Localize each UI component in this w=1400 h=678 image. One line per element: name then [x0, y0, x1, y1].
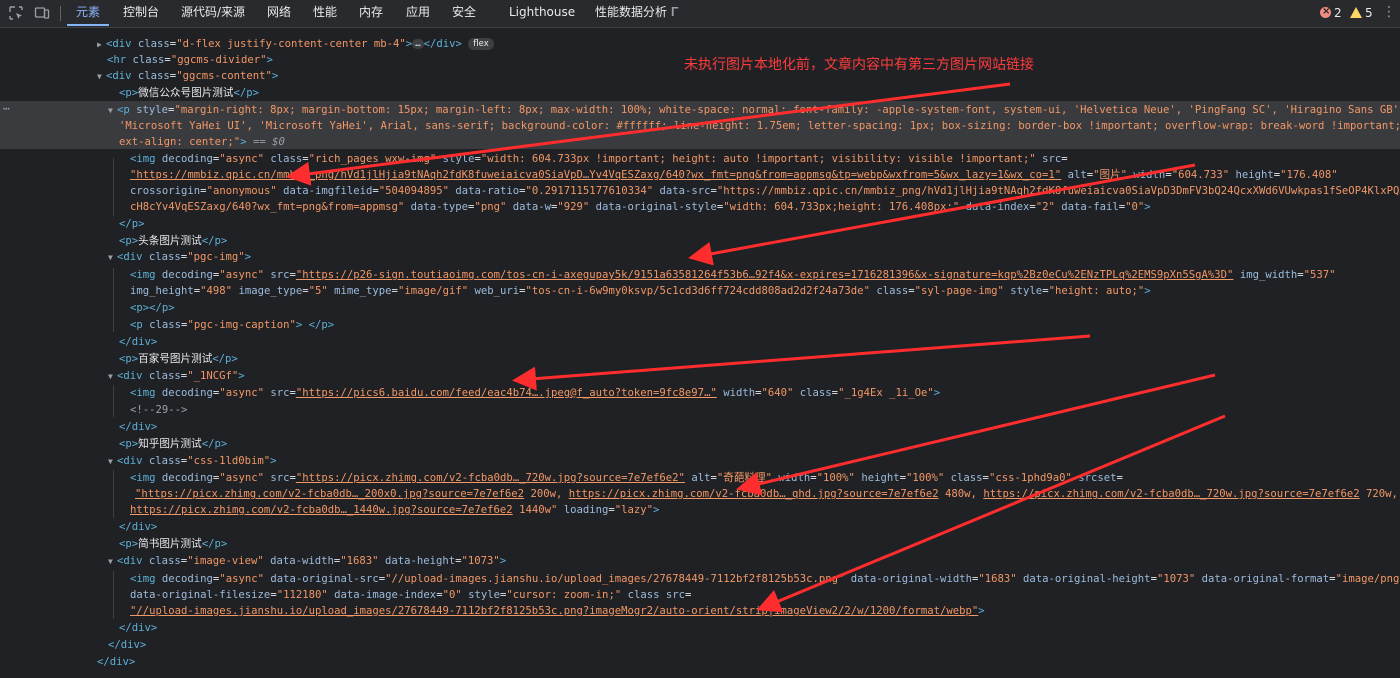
- dom-node-row[interactable]: </div>: [119, 519, 157, 535]
- dom-node-row-wrap: img_height="498" image_type="5" mime_typ…: [130, 285, 1151, 297]
- warning-count-badge[interactable]: 5: [1350, 5, 1373, 21]
- dom-node-row[interactable]: ▼ <div class="css-1ld0bim">: [108, 453, 277, 469]
- dom-node-row[interactable]: <p>头条图片测试</p>: [119, 233, 227, 249]
- dom-node-row[interactable]: </div>: [119, 620, 157, 636]
- tab-lighthouse[interactable]: Lighthouse: [500, 0, 584, 26]
- dom-node-row[interactable]: ▼ <div class="pgc-img">: [108, 249, 251, 265]
- image-src-link[interactable]: "https://pics6.baidu.com/feed/eac4b74….j…: [296, 387, 717, 399]
- dom-node-row[interactable]: ▼ <div class="image-view" data-width="168…: [108, 553, 506, 569]
- dom-node-row[interactable]: <p>知乎图片测试</p>: [119, 436, 227, 452]
- tab-performance-insights-label: 性能数据分析: [595, 5, 668, 19]
- expand-triangle-icon[interactable]: ▼: [108, 369, 117, 385]
- srcset-link[interactable]: https://picx.zhimg.com/v2-fcba0db…_qhd.j…: [569, 488, 939, 500]
- image-src-link[interactable]: "https://mmbiz.qpic.cn/mmbiz_png/hVd1jlH…: [130, 169, 1061, 181]
- image-src-link[interactable]: "https://p26-sign.toutiaoimg.com/tos-cn-…: [296, 269, 1234, 281]
- dom-node-row[interactable]: <p>百家号图片测试</p>: [119, 351, 238, 367]
- dom-node-row[interactable]: <hr class="ggcms-divider">: [107, 52, 273, 68]
- srcset-link[interactable]: https://picx.zhimg.com/v2-fcba0db…_1440w…: [130, 504, 513, 516]
- more-options-icon[interactable]: ⋮: [1382, 4, 1396, 22]
- tab-application[interactable]: 应用: [397, 0, 439, 26]
- dom-node-row[interactable]: <img decoding="async" src="https://p26-s…: [130, 267, 1336, 283]
- indent-guide: [113, 470, 114, 518]
- error-icon: [1320, 4, 1331, 20]
- console-ref-label: == $0: [246, 136, 285, 148]
- indent-guide: [113, 571, 114, 619]
- dom-node-row[interactable]: </div>: [97, 654, 135, 670]
- dom-node-row[interactable]: </div>: [119, 419, 157, 435]
- dom-node-row[interactable]: ▶ <div class="d-flex justify-content-cent…: [97, 36, 494, 52]
- dom-node-row[interactable]: <img decoding="async" class="rich_pages …: [130, 151, 1068, 167]
- dom-node-row[interactable]: </div>: [119, 334, 157, 350]
- error-count-badge[interactable]: 2: [1320, 4, 1342, 21]
- dom-node-row[interactable]: ▼ <div class="_1NCGf">: [108, 368, 245, 384]
- tab-console[interactable]: 控制台: [114, 0, 168, 26]
- expand-triangle-icon[interactable]: ▼: [108, 454, 117, 470]
- toolbar-separator: [60, 6, 61, 21]
- dom-node-row[interactable]: <p></p>: [130, 300, 175, 316]
- dom-node-row[interactable]: <p>微信公众号图片测试</p>: [119, 85, 259, 101]
- dom-comment-row[interactable]: <!--29-->: [130, 402, 187, 418]
- tab-performance[interactable]: 性能: [304, 0, 346, 26]
- srcset-link[interactable]: https://picx.zhimg.com/v2-fcba0db…_720w.…: [983, 488, 1359, 500]
- expand-triangle-icon[interactable]: ▼: [108, 250, 117, 266]
- indent-guide: [113, 268, 114, 332]
- dom-node-row[interactable]: </div>: [108, 637, 146, 653]
- indent-guide: [113, 385, 114, 417]
- warning-count: 5: [1365, 6, 1373, 20]
- ellipsis-badge[interactable]: …: [412, 39, 424, 49]
- dom-node-row-wrap: cH8cYv4VqESZaxg/640?wx_fmt=png&from=appm…: [130, 201, 1151, 213]
- dom-node-row-wrap: "//upload-images.jianshu.io/upload_image…: [130, 605, 985, 617]
- tab-network[interactable]: 网络: [258, 0, 300, 26]
- flask-icon: 𝚪: [670, 5, 679, 19]
- dom-node-row[interactable]: </p>: [119, 216, 145, 232]
- dom-node-row-wrap: data-original-filesize="112180" data-ima…: [130, 589, 692, 601]
- warning-icon: [1350, 7, 1362, 18]
- dom-node-row[interactable]: <p class="pgc-img-caption"> </p>: [130, 317, 334, 333]
- tab-security[interactable]: 安全: [443, 0, 485, 26]
- inspect-element-icon[interactable]: [8, 5, 24, 21]
- dom-node-row-wrap: ext-align: center;"> == $0: [119, 136, 285, 148]
- error-count: 2: [1334, 6, 1342, 20]
- indent-guide: [113, 158, 114, 216]
- image-src-link[interactable]: "https://picx.zhimg.com/v2-fcba0db…_720w…: [296, 472, 685, 484]
- dom-node-row[interactable]: <img decoding="async" data-original-src=…: [130, 571, 1400, 587]
- expand-triangle-icon[interactable]: ▼: [108, 103, 117, 119]
- dom-node-row-wrap: https://picx.zhimg.com/v2-fcba0db…_1440w…: [130, 504, 660, 516]
- collapse-triangle-icon[interactable]: ▶: [97, 37, 106, 53]
- tab-sources[interactable]: 源代码/来源: [172, 0, 254, 26]
- dom-node-row-wrap: "https://picx.zhimg.com/v2-fcba0db…_200x…: [135, 488, 1398, 500]
- device-toolbar-icon[interactable]: [34, 5, 50, 21]
- tab-memory[interactable]: 内存: [350, 0, 392, 26]
- dom-node-row-wrap: 'Microsoft YaHei UI', 'Microsoft YaHei',…: [119, 120, 1400, 132]
- dom-node-row[interactable]: <img decoding="async" src="https://pics6…: [130, 385, 940, 401]
- dom-node-row[interactable]: ▼ <div class="ggcms-content">: [97, 68, 278, 84]
- dom-node-row-wrap: "https://mmbiz.qpic.cn/mmbiz_png/hVd1jlH…: [130, 169, 1338, 181]
- annotation-text: 未执行图片本地化前，文章内容中有第三方图片网站链接: [684, 57, 1034, 73]
- tab-performance-insights[interactable]: 性能数据分析 𝚪: [586, 0, 687, 26]
- flex-badge[interactable]: flex: [468, 38, 494, 50]
- devtools-toolbar: 元素 控制台 源代码/来源 网络 性能 内存 应用 安全 Lighthouse …: [0, 0, 1400, 28]
- tab-elements[interactable]: 元素: [67, 0, 110, 26]
- expand-triangle-icon[interactable]: ▼: [108, 554, 117, 570]
- dom-node-row[interactable]: <img decoding="async" src="https://picx.…: [130, 470, 1123, 486]
- image-src-link[interactable]: "//upload-images.jianshu.io/upload_image…: [130, 605, 978, 617]
- dom-node-row-selected[interactable]: ▼ <p style="margin-right: 8px; margin-bot…: [108, 102, 1400, 118]
- node-actions-icon[interactable]: ⋯: [3, 102, 10, 115]
- expand-triangle-icon[interactable]: ▼: [97, 69, 106, 85]
- elements-dom-tree: ▶ <div class="d-flex justify-content-cent…: [0, 28, 1400, 678]
- dom-node-row[interactable]: <p>简书图片测试</p>: [119, 536, 227, 552]
- srcset-link[interactable]: "https://picx.zhimg.com/v2-fcba0db…_200x…: [135, 488, 524, 500]
- dom-node-row-wrap: crossorigin="anonymous" data-imgfileid="…: [130, 185, 1400, 197]
